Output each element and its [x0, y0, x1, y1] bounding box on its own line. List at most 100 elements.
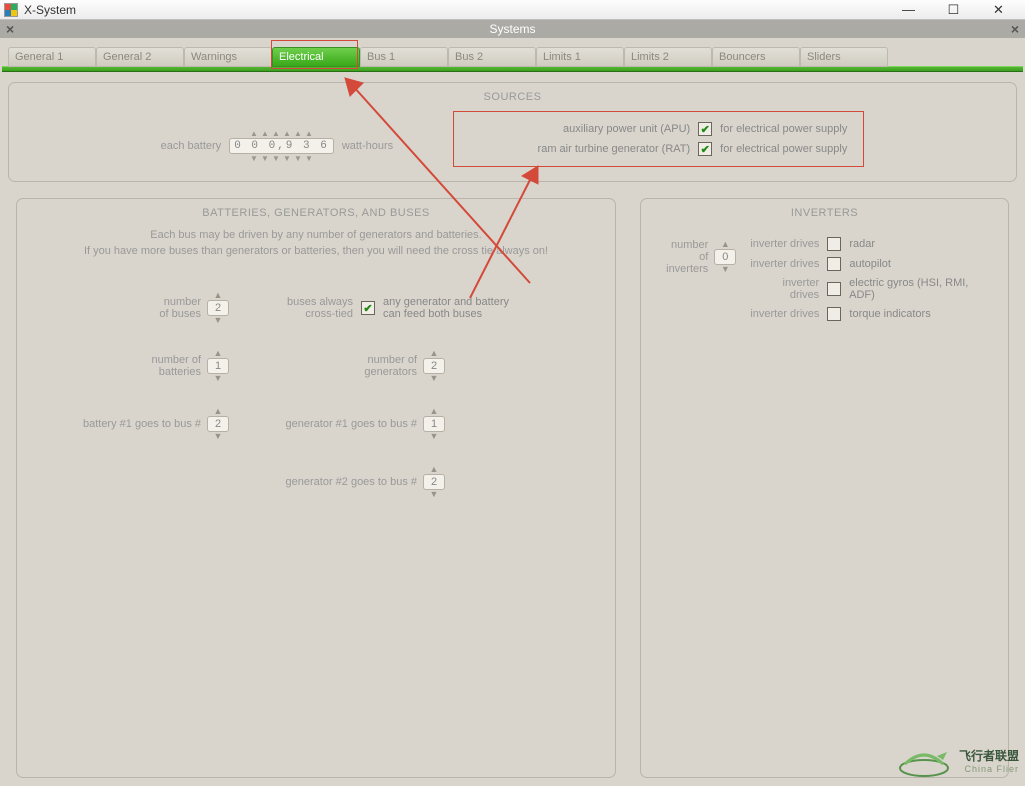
watt-hours-stepper[interactable]: ▲▲▲▲▲▲ 0 0 0,9 3 6 ▼▼▼▼▼▼	[229, 129, 334, 163]
inverter-radar-checkbox[interactable]	[827, 237, 841, 251]
stepper-down-icon[interactable]: ▼	[430, 374, 439, 383]
gen2-label: generator #2 goes to bus #	[286, 476, 417, 488]
window-title: X-System	[24, 3, 76, 17]
inverters-title: INVERTERS	[653, 207, 996, 219]
num-buses-input[interactable]: 2	[207, 300, 229, 316]
inverter-gyros-label: electric gyros (HSI, RMI, ADF)	[849, 277, 996, 301]
tab-electrical[interactable]: Electrical	[272, 47, 360, 67]
inverter-row-autopilot: inverter drives autopilot	[750, 257, 996, 271]
stepper-up-icon[interactable]: ▲	[214, 291, 223, 300]
inverter-drives-label: inverter drives	[750, 308, 819, 320]
app-icon	[4, 3, 18, 17]
stepper-down-icon[interactable]: ▼	[430, 490, 439, 499]
tab-bouncers[interactable]: Bouncers	[712, 47, 800, 67]
crosstie-label-left: buses alwayscross-tied	[287, 296, 353, 320]
crosstie-label-right: any generator and batterycan feed both b…	[383, 296, 509, 320]
annotation-sources-highlight: auxiliary power unit (APU) for electrica…	[453, 111, 864, 167]
subtitle-bar: × Systems ×	[0, 20, 1025, 38]
num-buses-stepper[interactable]: ▲ 2 ▼	[207, 291, 229, 325]
gen1-label: generator #1 goes to bus #	[286, 418, 417, 430]
inverter-torque-checkbox[interactable]	[827, 307, 841, 321]
inverter-row-radar: inverter drives radar	[750, 237, 996, 251]
gen2-bus-stepper[interactable]: ▲ 2 ▼	[423, 465, 445, 499]
inverter-row-gyros: inverter drives electric gyros (HSI, RMI…	[750, 277, 996, 301]
num-generators-label: number ofgenerators	[364, 354, 417, 378]
subtitle-text: Systems	[489, 22, 535, 36]
tab-general-2[interactable]: General 2	[96, 47, 184, 67]
watermark-logo	[897, 742, 951, 778]
subtitle-close-right[interactable]: ×	[1007, 21, 1023, 37]
num-buses-label: numberof buses	[159, 296, 201, 320]
stepper-down-icon[interactable]: ▼	[721, 265, 730, 274]
num-inverters-input[interactable]: 0	[714, 249, 736, 265]
batteries-panel: BATTERIES, GENERATORS, AND BUSES Each bu…	[16, 198, 616, 778]
gen1-bus-input[interactable]: 1	[423, 416, 445, 432]
inverter-radar-label: radar	[849, 238, 875, 250]
num-batteries-input[interactable]: 1	[207, 358, 229, 374]
batteries-title: BATTERIES, GENERATORS, AND BUSES	[29, 207, 603, 219]
battery-watt-hours: each battery ▲▲▲▲▲▲ 0 0 0,9 3 6 ▼▼▼▼▼▼ w…	[161, 111, 394, 163]
inverters-panel: INVERTERS number ofinverters ▲ 0 ▼ inver…	[640, 198, 1009, 778]
num-inverters-stepper[interactable]: ▲ 0 ▼	[714, 240, 736, 274]
stepper-up-icon[interactable]: ▲	[214, 349, 223, 358]
num-generators-input[interactable]: 2	[423, 358, 445, 374]
tab-limits-2[interactable]: Limits 2	[624, 47, 712, 67]
sources-title: SOURCES	[21, 91, 1004, 103]
maximize-button[interactable]: ☐	[931, 0, 976, 20]
batt1-bus-stepper[interactable]: ▲ 2 ▼	[207, 407, 229, 441]
inverter-drives-label: inverter drives	[750, 258, 819, 270]
num-batteries-stepper[interactable]: ▲ 1 ▼	[207, 349, 229, 383]
gen2-bus-input[interactable]: 2	[423, 474, 445, 490]
batt1-bus-input[interactable]: 2	[207, 416, 229, 432]
tab-warnings[interactable]: Warnings	[184, 47, 272, 67]
rat-checkbox[interactable]	[698, 142, 712, 156]
stepper-up-icon[interactable]: ▲	[430, 465, 439, 474]
apu-label-left: auxiliary power unit (APU)	[470, 123, 690, 135]
watt-hours-label: watt-hours	[342, 140, 393, 152]
crosstie-checkbox[interactable]	[361, 301, 375, 315]
rat-label-right: for electrical power supply	[720, 143, 847, 155]
stepper-down-icon[interactable]: ▼	[214, 432, 223, 441]
minimize-button[interactable]: —	[886, 0, 931, 20]
tab-bus-2[interactable]: Bus 2	[448, 47, 536, 67]
inverter-autopilot-checkbox[interactable]	[827, 257, 841, 271]
stepper-up-icon[interactable]: ▲	[430, 407, 439, 416]
tabs-row: General 1 General 2 Warnings Electrical …	[0, 38, 1025, 66]
inverter-torque-label: torque indicators	[849, 308, 930, 320]
stepper-down-icon[interactable]: ▼	[430, 432, 439, 441]
watt-hours-input[interactable]: 0 0 0,9 3 6	[229, 138, 334, 154]
rat-label-left: ram air turbine generator (RAT)	[470, 143, 690, 155]
stepper-down-icon[interactable]: ▼	[214, 316, 223, 325]
apu-row: auxiliary power unit (APU) for electrica…	[470, 122, 847, 136]
stepper-down-icon[interactable]: ▼	[214, 374, 223, 383]
each-battery-label: each battery	[161, 140, 222, 152]
gen1-bus-stepper[interactable]: ▲ 1 ▼	[423, 407, 445, 441]
close-button[interactable]: ✕	[976, 0, 1021, 20]
num-inverters-label: number ofinverters	[659, 239, 708, 275]
inverter-drives-label: inverter drives	[750, 277, 819, 301]
inverter-drives-label: inverter drives	[750, 238, 819, 250]
batt1-label: battery #1 goes to bus #	[83, 418, 201, 430]
num-batteries-label: number ofbatteries	[151, 354, 201, 378]
apu-checkbox[interactable]	[698, 122, 712, 136]
inverter-gyros-checkbox[interactable]	[827, 282, 841, 296]
apu-label-right: for electrical power supply	[720, 123, 847, 135]
tab-bus-1[interactable]: Bus 1	[360, 47, 448, 67]
titlebar: X-System — ☐ ✕	[0, 0, 1025, 20]
stepper-up-icon[interactable]: ▲	[430, 349, 439, 358]
inverter-autopilot-label: autopilot	[849, 258, 891, 270]
rat-row: ram air turbine generator (RAT) for elec…	[470, 142, 847, 156]
watermark-text: 飞行者联盟 China Flier	[959, 747, 1019, 774]
stepper-up-icon[interactable]: ▲	[214, 407, 223, 416]
inverter-row-torque: inverter drives torque indicators	[750, 307, 996, 321]
num-generators-stepper[interactable]: ▲ 2 ▼	[423, 349, 445, 383]
tab-general-1[interactable]: General 1	[8, 47, 96, 67]
tab-limits-1[interactable]: Limits 1	[536, 47, 624, 67]
stepper-up-row[interactable]: ▲▲▲▲▲▲	[249, 129, 315, 138]
sources-panel: SOURCES each battery ▲▲▲▲▲▲ 0 0 0,9 3 6 …	[8, 82, 1017, 182]
stepper-down-row[interactable]: ▼▼▼▼▼▼	[249, 154, 315, 163]
batteries-help: Each bus may be driven by any number of …	[29, 227, 603, 259]
stepper-up-icon[interactable]: ▲	[721, 240, 730, 249]
subtitle-close-left[interactable]: ×	[2, 21, 18, 37]
tab-sliders[interactable]: Sliders	[800, 47, 888, 67]
